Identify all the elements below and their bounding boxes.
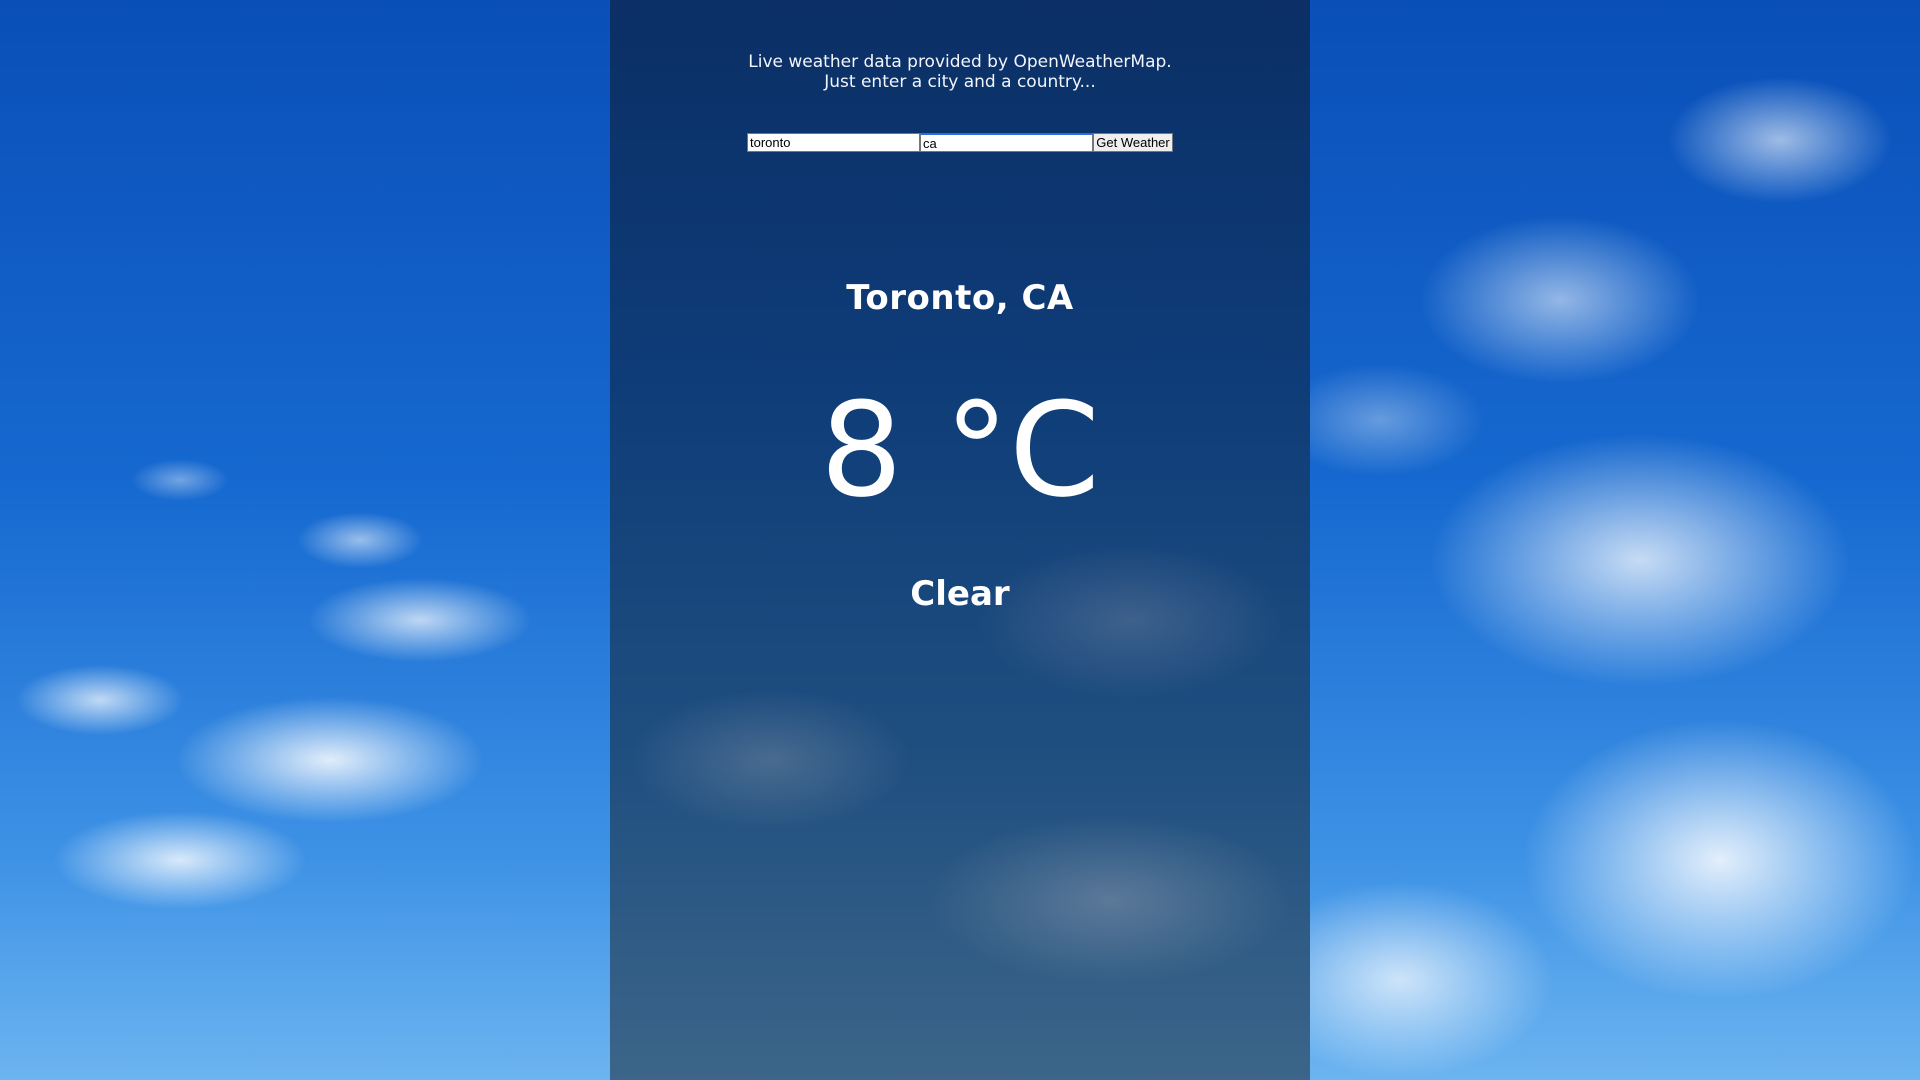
intro-line-2: Just enter a city and a country... [824,72,1096,92]
intro-text: Live weather data provided by OpenWeathe… [610,52,1310,92]
location-title: Toronto, CA [846,278,1074,318]
weather-panel: Live weather data provided by OpenWeathe… [610,0,1310,1080]
intro-line-1: Live weather data provided by OpenWeathe… [748,52,1172,72]
temperature-value: 8 °C [820,374,1100,526]
country-input[interactable] [920,133,1093,152]
city-input[interactable] [747,133,920,152]
weather-description: Clear [910,574,1010,614]
get-weather-button[interactable]: Get Weather [1093,133,1173,152]
weather-search-form: Get Weather [747,133,1173,152]
